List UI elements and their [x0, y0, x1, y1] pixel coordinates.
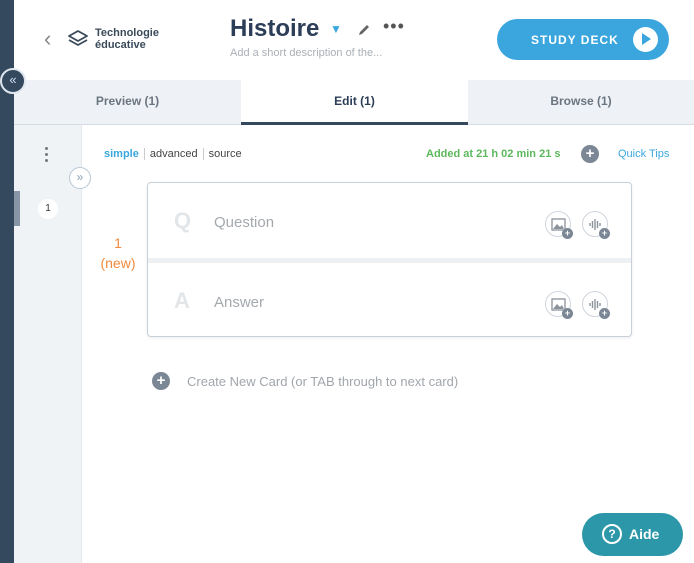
add-image-button[interactable]: + [545, 291, 573, 319]
study-deck-label: STUDY DECK [531, 33, 619, 47]
card-state: (new) [100, 255, 136, 271]
more-vertical-icon[interactable] [45, 147, 49, 165]
plus-icon: + [599, 308, 610, 319]
help-circle-icon: ? [602, 524, 622, 544]
card-divider [148, 258, 631, 263]
help-label: Aide [629, 526, 660, 542]
add-audio-button[interactable]: + [582, 291, 610, 319]
pencil-icon[interactable] [356, 22, 372, 38]
expand-panel-icon[interactable]: » [69, 167, 91, 189]
plus-icon: + [562, 228, 573, 239]
card-list-panel: 1 [14, 125, 82, 563]
deck-folder-link[interactable]: Technologie éducative [95, 27, 185, 51]
editor-mode-switch: simple advanced source [104, 148, 247, 160]
add-image-button[interactable]: + [545, 211, 573, 239]
mode-simple[interactable]: simple [104, 148, 144, 160]
card-label: 1 (new) [94, 233, 142, 273]
flashcard-editor: Q Question + + A Answer + + [147, 182, 632, 337]
tab-bar: Preview (1) Edit (1) Browse (1) [14, 80, 694, 125]
study-deck-button[interactable]: STUDY DECK [497, 19, 669, 60]
quick-tips-link[interactable]: Quick Tips [618, 148, 669, 160]
tab-preview[interactable]: Preview (1) [14, 80, 241, 125]
active-card-marker [14, 191, 20, 226]
help-button[interactable]: ? Aide [582, 513, 683, 556]
chevron-left-icon[interactable]: ‹ [44, 26, 51, 52]
card-number: 1 [114, 235, 122, 251]
answer-field[interactable]: Answer [214, 294, 264, 311]
question-field[interactable]: Question [214, 214, 274, 231]
card-list-item[interactable]: 1 [38, 199, 58, 219]
caret-down-icon[interactable]: ▼ [330, 22, 342, 36]
plus-icon: + [599, 228, 610, 239]
plus-circle-icon[interactable]: + [581, 145, 599, 163]
play-icon [633, 27, 658, 52]
answer-letter: A [174, 288, 190, 313]
header: ‹ Technologie éducative Histoire ▼ ••• A… [14, 0, 694, 80]
add-audio-button[interactable]: + [582, 211, 610, 239]
mode-advanced[interactable]: advanced [143, 148, 203, 160]
tab-edit[interactable]: Edit (1) [241, 80, 468, 125]
deck-description[interactable]: Add a short description of the... [230, 47, 382, 59]
layers-icon [68, 30, 88, 46]
added-status: Added at 21 h 02 min 21 s [426, 148, 561, 160]
more-horizontal-icon[interactable]: ••• [383, 16, 405, 37]
plus-icon: + [562, 308, 573, 319]
plus-circle-icon: + [152, 372, 170, 390]
deck-title[interactable]: Histoire [230, 15, 319, 43]
mode-source[interactable]: source [202, 148, 247, 160]
question-letter: Q [174, 208, 192, 233]
collapse-sidebar-icon[interactable]: « [0, 68, 26, 94]
create-new-card-label: Create New Card (or TAB through to next … [187, 374, 459, 389]
tab-browse[interactable]: Browse (1) [468, 80, 694, 125]
